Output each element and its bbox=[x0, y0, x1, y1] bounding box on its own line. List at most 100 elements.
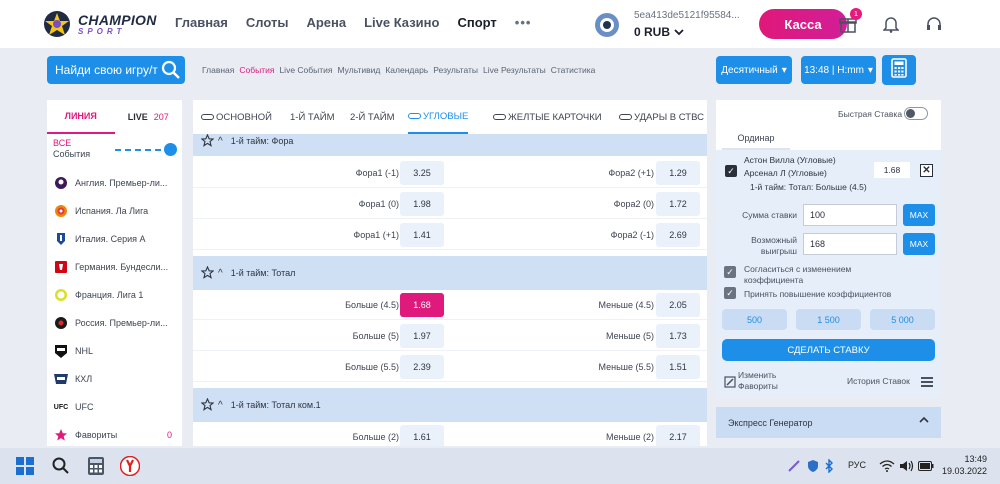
max-win-button[interactable]: MAX bbox=[903, 233, 935, 255]
subnav-results[interactable]: Результаты bbox=[433, 65, 478, 75]
champion-logo[interactable]: CHAMPION SPORT bbox=[40, 9, 157, 39]
wifi-icon[interactable] bbox=[877, 456, 897, 476]
sidebar-item-nhl[interactable]: NHL bbox=[47, 337, 182, 365]
win-input[interactable] bbox=[803, 233, 897, 255]
tab-yellow-cards[interactable]: ЖЕЛТЫЕ КАРТОЧКИ bbox=[493, 100, 602, 134]
nav-live-casino[interactable]: Live Казино bbox=[364, 15, 439, 30]
odds-button[interactable]: 1.61 bbox=[400, 425, 444, 446]
tab-corners[interactable]: УГЛОВЫЕ bbox=[408, 100, 469, 134]
subnav-home[interactable]: Главная bbox=[202, 65, 234, 75]
chevron-down-icon[interactable] bbox=[674, 25, 684, 39]
odds-button[interactable]: 1.72 bbox=[656, 192, 700, 216]
time-filter-knob[interactable] bbox=[164, 143, 177, 156]
stake-input[interactable] bbox=[803, 204, 897, 226]
clock[interactable]: 13:49 19.03.2022 bbox=[942, 453, 987, 477]
cashier-button[interactable]: Касса bbox=[759, 9, 847, 39]
menu-icon[interactable] bbox=[921, 375, 933, 393]
sidebar-item-france[interactable]: Франция. Лига 1 bbox=[47, 281, 182, 309]
odds-button[interactable]: 2.05 bbox=[656, 293, 700, 317]
time-format-select[interactable]: 13:48 | Н:mm ▾ bbox=[801, 56, 876, 84]
sidebar-item-ufc[interactable]: UFC UFC bbox=[47, 393, 182, 421]
gift-icon[interactable]: 1 bbox=[836, 8, 862, 36]
express-generator[interactable]: Экспресс Генератор bbox=[716, 407, 941, 438]
all-events-filter[interactable]: ВСЕ События bbox=[47, 138, 182, 164]
odds-button-selected[interactable]: 1.68 bbox=[400, 293, 444, 317]
bluetooth-icon[interactable] bbox=[819, 456, 839, 476]
quick-amount-5000[interactable]: 5 000 bbox=[870, 309, 935, 330]
quick-bet-toggle[interactable] bbox=[904, 107, 928, 120]
odds-button[interactable]: 2.69 bbox=[656, 223, 700, 247]
odds-button[interactable]: 1.73 bbox=[656, 324, 700, 348]
bet-history-link[interactable]: История Ставок bbox=[847, 376, 910, 386]
subnav-events[interactable]: События bbox=[239, 65, 274, 75]
chevron-up-icon[interactable]: ^ bbox=[218, 136, 223, 147]
odds-button[interactable]: 1.97 bbox=[400, 324, 444, 348]
market-header[interactable]: ^ 1-й тайм: Тотал ком.1 bbox=[193, 388, 707, 422]
subnav-calendar[interactable]: Календарь bbox=[385, 65, 428, 75]
chevron-up-icon[interactable]: ^ bbox=[218, 400, 223, 411]
odds-button[interactable]: 1.51 bbox=[656, 355, 700, 379]
calculator-button[interactable] bbox=[882, 55, 916, 85]
sidebar-item-spain[interactable]: Испания. Ла Лига bbox=[47, 197, 182, 225]
max-stake-button[interactable]: MAX bbox=[903, 204, 935, 226]
favorite-star-icon[interactable] bbox=[200, 265, 215, 281]
nav-more-icon[interactable]: ••• bbox=[515, 15, 532, 30]
nav-slots[interactable]: Слоты bbox=[246, 15, 289, 30]
chevron-up-icon[interactable]: ^ bbox=[218, 268, 223, 279]
agree-checkbox[interactable]: ✓ bbox=[724, 266, 736, 278]
edit-favorites-1[interactable]: Изменить bbox=[738, 370, 776, 380]
quick-amount-1500[interactable]: 1 500 bbox=[796, 309, 861, 330]
odds-button[interactable]: 1.98 bbox=[400, 192, 444, 216]
time-filter-track[interactable] bbox=[115, 149, 171, 151]
edit-favorites-2[interactable]: Фавориты bbox=[738, 381, 778, 391]
chevron-up-icon[interactable] bbox=[919, 415, 929, 425]
nav-sport[interactable]: Спорт bbox=[457, 15, 496, 30]
odds-button[interactable]: 1.29 bbox=[656, 161, 700, 185]
windows-start-icon[interactable] bbox=[15, 456, 35, 476]
sidebar-item-germany[interactable]: Германия. Бундесли... bbox=[47, 253, 182, 281]
odds-button[interactable]: 1.41 bbox=[400, 223, 444, 247]
quick-amount-500[interactable]: 500 bbox=[722, 309, 787, 330]
search-icon[interactable] bbox=[51, 456, 71, 476]
sidebar-item-khl[interactable]: КХЛ bbox=[47, 365, 182, 393]
sidebar-item-russia[interactable]: Россия. Премьер-ли... bbox=[47, 309, 182, 337]
tab-first-half[interactable]: 1-Й ТАЙМ bbox=[290, 100, 334, 134]
tab-shots-on-target[interactable]: УДАРЫ В СТВС bbox=[619, 100, 704, 134]
sidebar-item-england[interactable]: Англия. Премьер-ли... bbox=[47, 169, 182, 197]
bet-item-checkbox[interactable]: ✓ bbox=[725, 165, 737, 177]
tab-second-half[interactable]: 2-Й ТАЙМ bbox=[350, 100, 394, 134]
feather-tray-icon[interactable] bbox=[784, 456, 804, 476]
language-indicator[interactable]: РУС bbox=[848, 460, 866, 470]
nav-home[interactable]: Главная bbox=[175, 15, 228, 30]
sidebar-item-italy[interactable]: Италия. Серия А bbox=[47, 225, 182, 253]
yandex-browser-icon[interactable] bbox=[120, 456, 140, 476]
tab-line[interactable]: ЛИНИЯ bbox=[47, 100, 115, 134]
tab-live[interactable]: LIVE 207 bbox=[115, 100, 183, 134]
accept-increase-checkbox[interactable]: ✓ bbox=[724, 287, 736, 299]
odds-button[interactable]: 3.25 bbox=[400, 161, 444, 185]
subnav-statistics[interactable]: Статистика bbox=[551, 65, 596, 75]
search-input[interactable] bbox=[55, 63, 163, 77]
battery-icon[interactable] bbox=[916, 456, 936, 476]
tab-single[interactable]: Ординар bbox=[722, 128, 790, 150]
search-icon[interactable] bbox=[161, 60, 181, 85]
odds-button[interactable]: 2.39 bbox=[400, 355, 444, 379]
volume-icon[interactable] bbox=[897, 456, 917, 476]
account-widget[interactable]: 5ea413de5121f95584... 0 RUB bbox=[588, 8, 753, 42]
nav-arena[interactable]: Арена bbox=[306, 15, 346, 30]
market-header[interactable]: ^ 1-й тайм: Тотал bbox=[193, 256, 707, 290]
odds-button[interactable]: 2.17 bbox=[656, 425, 700, 446]
subnav-live-events[interactable]: Live События bbox=[279, 65, 332, 75]
sidebar-item-favorites[interactable]: Фавориты 0 bbox=[47, 421, 182, 449]
odds-format-select[interactable]: Десятичный ▾ bbox=[716, 56, 792, 84]
favorite-star-icon[interactable] bbox=[200, 397, 215, 413]
remove-bet-icon[interactable]: ✕ bbox=[920, 164, 933, 177]
subnav-live-results[interactable]: Live Результаты bbox=[483, 65, 546, 75]
bell-icon[interactable] bbox=[879, 12, 903, 36]
favorite-star-icon[interactable] bbox=[200, 133, 215, 149]
calculator-app-icon[interactable] bbox=[86, 456, 106, 476]
tab-main[interactable]: ОСНОВНОЙ bbox=[201, 100, 272, 134]
edit-icon[interactable] bbox=[724, 375, 736, 393]
headset-icon[interactable] bbox=[922, 12, 946, 36]
subnav-multiview[interactable]: Мультивид bbox=[338, 65, 381, 75]
